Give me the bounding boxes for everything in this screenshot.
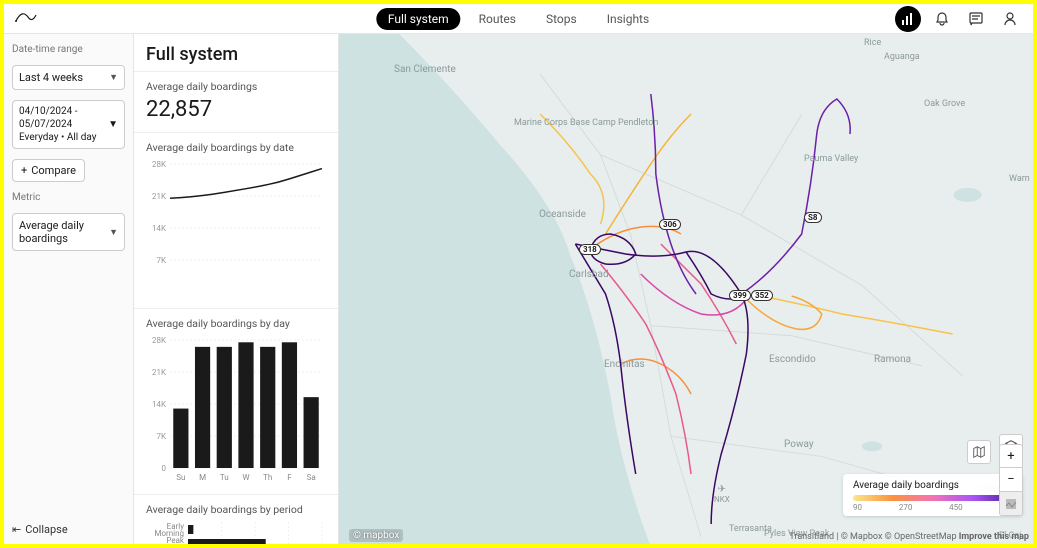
svg-text:14K: 14K [152,400,167,409]
chart2-label: Average daily boardings by day [146,317,326,330]
analytics-icon[interactable] [895,6,921,32]
svg-text:7K: 7K [156,432,166,441]
compare-label: Compare [31,164,76,177]
line-chart[interactable]: 7K 14K 21K 28K [146,158,326,298]
metric-label: Metric [12,192,125,203]
map[interactable]: San Clemente Marine Corps Base Camp Pend… [339,34,1033,544]
svg-text:F: F [287,473,292,482]
plus-icon: + [21,164,27,177]
svg-text:0: 0 [162,464,167,473]
svg-text:14K: 14K [152,224,167,233]
svg-text:Su: Su [176,473,185,482]
zoom-out-button[interactable]: − [999,468,1023,492]
range-select[interactable]: Last 4 weeks ▼ [12,65,125,90]
datetime-range-label: Date-time range [12,44,125,55]
metric-select-value: Average daily boardings [19,219,109,245]
map-toggle-button[interactable] [967,440,991,464]
chart1-label: Average daily boardings by date [146,141,326,154]
chevron-down-icon: ▼ [109,227,118,238]
date-range-text: 04/10/2024 - 05/07/2024 [19,105,108,131]
compare-button[interactable]: + Compare [12,159,85,182]
collapse-button[interactable]: ⇤ Collapse [12,523,68,536]
svg-text:Morning: Morning [154,543,184,544]
hbar-chart[interactable]: EarlyMorningPeakMorningMidday [146,520,326,544]
zoom-in-button[interactable]: + [999,444,1023,468]
kpi-label: Average daily boardings [146,80,326,93]
collapse-icon: ⇤ [12,523,21,536]
map-legend: Average daily boardings 90 270 450 630 [843,474,1023,516]
svg-text:28K: 28K [152,336,167,345]
legend-tick: 450 [949,503,963,512]
chevron-down-icon: ▼ [109,72,118,83]
collapse-label: Collapse [25,523,67,536]
chevron-down-icon: ▼ [108,118,118,131]
svg-text:Th: Th [263,473,272,482]
bar-chart[interactable]: 0 7K 14K 21K 28K Su M Tu W Th F Sa [146,334,326,484]
map-attribution: Transitland | © Mapbox © OpenStreetMap I… [789,532,1029,542]
nav-stops[interactable]: Stops [534,8,589,30]
kpi-value: 22,857 [146,97,326,122]
range-select-value: Last 4 weeks [19,71,83,84]
metric-select[interactable]: Average daily boardings ▼ [12,213,125,251]
profile-icon[interactable] [997,6,1023,32]
legend-tick: 90 [853,503,862,512]
map-style-button[interactable] [999,492,1023,516]
svg-text:7K: 7K [156,256,166,265]
notifications-icon[interactable] [929,6,955,32]
date-range-subtext: Everyday • All day [19,131,108,144]
legend-title: Average daily boardings [853,480,1013,491]
date-range-display[interactable]: 04/10/2024 - 05/07/2024 Everyday • All d… [12,100,125,149]
nav-full-system[interactable]: Full system [376,8,461,30]
svg-text:28K: 28K [152,160,167,169]
svg-text:21K: 21K [152,192,167,201]
chart3-label: Average daily boardings by period [146,503,326,516]
page-title: Full system [134,34,338,71]
legend-gradient [853,495,1013,501]
svg-text:M: M [199,473,206,482]
svg-text:W: W [242,473,249,482]
svg-text:21K: 21K [152,368,167,377]
svg-text:Sa: Sa [307,473,316,482]
svg-text:Tu: Tu [220,473,229,482]
nav-insights[interactable]: Insights [595,8,661,30]
top-nav: Full system Routes Stops Insights [376,8,661,30]
legend-tick: 270 [899,503,913,512]
app-logo[interactable] [14,7,38,31]
nav-routes[interactable]: Routes [467,8,528,30]
messages-icon[interactable] [963,6,989,32]
map-provider-attr: © mapbox [349,529,403,542]
